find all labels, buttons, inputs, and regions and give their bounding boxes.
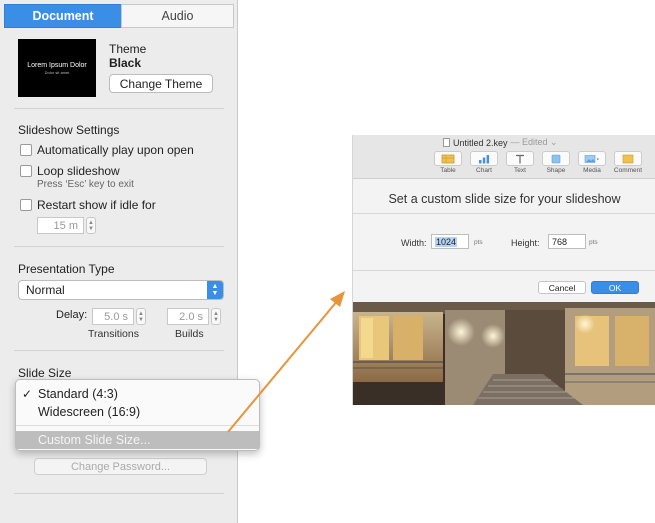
keynote-window: Untitled 2.key — Edited ⌄ Table Chart Te…	[352, 135, 655, 405]
auto-play-checkbox[interactable]	[20, 144, 32, 156]
menu-item-custom-slide-size[interactable]: Custom Slide Size...	[16, 431, 259, 449]
window-toolbar: Untitled 2.key — Edited ⌄ Table Chart Te…	[353, 135, 655, 179]
document-icon	[443, 138, 450, 147]
loop-slideshow-checkbox[interactable]	[20, 165, 32, 177]
toolbar-label: Chart	[476, 167, 492, 174]
toolbar-shape[interactable]: Shape	[541, 151, 571, 177]
height-label: Height:	[511, 238, 540, 248]
toolbar-text[interactable]: Text	[505, 151, 535, 177]
chart-icon	[479, 154, 490, 163]
builds-label: Builds	[175, 328, 204, 340]
loop-slideshow-label: Loop slideshow	[37, 164, 120, 178]
divider	[353, 213, 655, 214]
menu-item-label: Custom Slide Size...	[38, 433, 151, 447]
divider	[14, 350, 224, 351]
menu-item-widescreen[interactable]: Widescreen (16:9)	[16, 403, 259, 421]
menu-item-label: Standard (4:3)	[38, 387, 118, 401]
checkmark-icon: ✓	[21, 387, 33, 401]
height-value: 768	[552, 236, 568, 247]
divider	[353, 270, 655, 271]
toolbar-label: Shape	[546, 167, 566, 174]
transitions-delay-stepper[interactable]: ▲ ▼	[136, 308, 146, 325]
slide-size-menu: ✓ Standard (4:3) Widescreen (16:9) Custo…	[15, 379, 260, 451]
chevron-updown-icon: ▲ ▼	[207, 281, 223, 299]
presentation-type-select[interactable]: Normal ▲ ▼	[18, 280, 224, 300]
divider	[14, 246, 224, 247]
ok-button[interactable]: OK	[591, 281, 639, 294]
comment-icon	[622, 154, 634, 163]
theme-thumbnail[interactable]: Lorem Ipsum Dolor Dolor sit amet	[18, 39, 96, 97]
change-password-button[interactable]: Change Password...	[34, 458, 207, 475]
document-title[interactable]: Untitled 2.key — Edited ⌄	[443, 137, 558, 148]
theme-name: Black	[109, 56, 142, 70]
height-field[interactable]: 768	[548, 234, 586, 249]
shape-icon	[551, 154, 561, 163]
media-icon	[584, 154, 599, 163]
edited-status: — Edited ⌄	[510, 137, 558, 147]
toolbar-media[interactable]: Media	[577, 151, 607, 177]
auto-play-label: Automatically play upon open	[37, 143, 194, 157]
divider	[14, 108, 224, 109]
delay-label: Delay:	[56, 309, 88, 321]
tab-document[interactable]: Document	[4, 4, 122, 28]
text-icon	[516, 154, 524, 163]
toolbar-label: Media	[583, 167, 601, 174]
menu-separator	[16, 425, 259, 426]
width-unit: pts	[474, 239, 483, 246]
idle-time-field[interactable]: 15 m	[37, 217, 84, 234]
toolbar-table[interactable]: Table	[433, 151, 463, 177]
toolbar-label: Comment	[613, 167, 643, 174]
cancel-button[interactable]: Cancel	[538, 281, 586, 294]
dialog-title: Set a custom slide size for your slidesh…	[388, 192, 621, 206]
slide-photo	[353, 302, 655, 405]
slideshow-settings-header: Slideshow Settings	[18, 123, 120, 137]
width-label: Width:	[401, 238, 427, 248]
toolbar-label: Text	[514, 167, 526, 174]
width-field[interactable]: 1024	[431, 234, 469, 249]
restart-idle-label: Restart show if idle for	[37, 198, 156, 212]
theme-label: Theme	[109, 42, 147, 56]
presentation-type-value: Normal	[26, 283, 65, 297]
builds-delay-stepper[interactable]: ▲ ▼	[211, 308, 221, 325]
tab-audio[interactable]: Audio	[121, 4, 234, 28]
menu-item-label: Widescreen (16:9)	[38, 405, 141, 419]
building-image	[353, 302, 655, 405]
idle-time-stepper[interactable]: ▲ ▼	[86, 217, 96, 234]
table-icon	[441, 154, 455, 163]
transitions-label: Transitions	[88, 328, 139, 340]
presentation-type-header: Presentation Type	[18, 262, 115, 276]
toolbar-label: Table	[440, 167, 456, 174]
restart-idle-checkbox[interactable]	[20, 199, 32, 211]
menu-item-standard[interactable]: ✓ Standard (4:3)	[16, 385, 259, 403]
toolbar-comment[interactable]: Comment	[613, 151, 643, 177]
theme-thumb-subtitle: Dolor sit amet	[44, 70, 70, 75]
width-value: 1024	[435, 236, 458, 247]
height-unit: pts	[589, 239, 598, 246]
divider	[14, 493, 224, 494]
theme-thumb-title: Lorem Ipsum Dolor	[27, 62, 87, 69]
change-theme-button[interactable]: Change Theme	[109, 74, 213, 93]
document-name: Untitled 2.key	[453, 137, 508, 148]
slide-size-header: Slide Size	[18, 366, 72, 380]
loop-note: Press ‘Esc’ key to exit	[37, 179, 134, 190]
toolbar-chart[interactable]: Chart	[469, 151, 499, 177]
builds-delay-field[interactable]: 2.0 s	[167, 308, 209, 325]
transitions-delay-field[interactable]: 5.0 s	[92, 308, 134, 325]
